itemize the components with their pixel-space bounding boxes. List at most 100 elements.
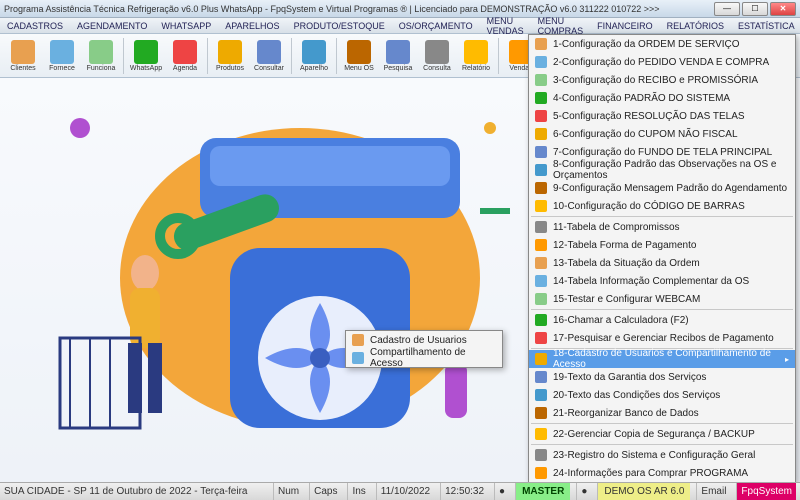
aparelho-icon	[302, 40, 326, 64]
dropdown-item-21[interactable]: 21-Reorganizar Banco de Dados	[529, 404, 795, 422]
toolbar-fornece[interactable]: Fornece	[43, 36, 81, 76]
menu-item-icon	[535, 275, 547, 287]
menu-item-icon	[535, 200, 547, 212]
menu-cadastros[interactable]: CADASTROS	[4, 20, 66, 32]
dropdown-item-16[interactable]: 16-Chamar a Calculadora (F2)	[529, 311, 795, 329]
menu-produto/estoque[interactable]: PRODUTO/ESTOQUE	[291, 20, 388, 32]
agenda-icon	[173, 40, 197, 64]
menu-estatística[interactable]: ESTATÍSTICA	[735, 20, 798, 32]
dropdown-item-11[interactable]: 11-Tabela de Compromissos	[529, 218, 795, 236]
menu-aparelhos[interactable]: APARELHOS	[222, 20, 282, 32]
toolbar-pesquisa[interactable]: Pesquisa	[379, 36, 417, 76]
menu-item-icon	[535, 449, 547, 461]
submenu-item-2[interactable]: Compartilhamento de Acesso	[346, 349, 502, 367]
dropdown-item-23[interactable]: 23-Registro do Sistema e Configuração Ge…	[529, 446, 795, 464]
menu-item-icon	[535, 293, 547, 305]
status-led2: ●	[576, 483, 591, 500]
dropdown-item-12[interactable]: 12-Tabela Forma de Pagamento	[529, 236, 795, 254]
toolbar-menu os[interactable]: Menu OS	[340, 36, 378, 76]
dropdown-item-14[interactable]: 14-Tabela Informação Complementar da OS	[529, 272, 795, 290]
produtos-icon	[218, 40, 242, 64]
dropdown-item-4[interactable]: 4-Configuração PADRÃO DO SISTEMA	[529, 89, 795, 107]
menu-item-icon	[535, 221, 547, 233]
dropdown-item-13[interactable]: 13-Tabela da Situação da Ordem	[529, 254, 795, 272]
background-illustration	[50, 78, 530, 458]
toolbar-whatsapp[interactable]: WhatsApp	[127, 36, 165, 76]
dropdown-item-9[interactable]: 9-Configuração Mensagem Padrão do Agenda…	[529, 179, 795, 197]
toolbar-consulta[interactable]: Consulta	[418, 36, 456, 76]
menu-item-icon	[535, 332, 547, 344]
status-date-location: SUA CIDADE - SP 11 de Outubro de 2022 - …	[4, 486, 267, 497]
menubar: CADASTROS AGENDAMENTO WHATSAPP APARELHOS PRO…	[0, 18, 800, 34]
window-title: Programa Assistência Técnica Refrigeraçã…	[4, 4, 714, 14]
minimize-button[interactable]: —	[714, 2, 740, 16]
funciona-icon	[89, 40, 113, 64]
close-button[interactable]: ✕	[770, 2, 796, 16]
fornece-icon	[50, 40, 74, 64]
toolbar-separator	[291, 38, 292, 74]
toolbar-aparelho[interactable]: Aparelho	[295, 36, 333, 76]
menu-whatsapp[interactable]: WHATSAPP	[158, 20, 214, 32]
dropdown-item-2[interactable]: 2-Configuração do PEDIDO VENDA E COMPRA	[529, 53, 795, 71]
dropdown-item-18[interactable]: 18-Cadastro de Usuarios e Compartilhamen…	[529, 350, 795, 368]
pesquisa-icon	[386, 40, 410, 64]
dropdown-item-19[interactable]: 19-Texto da Garantia dos Serviços	[529, 368, 795, 386]
dropdown-item-22[interactable]: 22-Gerenciar Copia de Segurança / BACKUP	[529, 425, 795, 443]
toolbar-consultar[interactable]: Consultar	[250, 36, 288, 76]
menu-item-icon	[535, 164, 547, 176]
submenu-item-icon	[352, 352, 364, 364]
dropdown-separator	[531, 309, 793, 310]
status-email[interactable]: Email	[696, 483, 730, 500]
toolbar-separator	[207, 38, 208, 74]
menu-os/orçamento[interactable]: OS/ORÇAMENTO	[396, 20, 476, 32]
dropdown-item-5[interactable]: 5-Configuração RESOLUÇÃO DAS TELAS	[529, 107, 795, 125]
submenu-item-icon	[352, 334, 364, 346]
dropdown-item-20[interactable]: 20-Texto das Condições dos Serviços	[529, 386, 795, 404]
status-led: ●	[494, 483, 509, 500]
dropdown-item-10[interactable]: 10-Configuração do CÓDIGO DE BARRAS	[529, 197, 795, 215]
dropdown-item-17[interactable]: 17-Pesquisar e Gerenciar Recibos de Paga…	[529, 329, 795, 347]
menu-item-icon	[535, 92, 547, 104]
statusbar: SUA CIDADE - SP 11 de Outubro de 2022 - …	[0, 482, 800, 500]
status-demo: DEMO OS AR 6.0	[597, 483, 690, 500]
toolbar-funciona[interactable]: Funciona	[82, 36, 120, 76]
toolbar-agenda[interactable]: Agenda	[166, 36, 204, 76]
maximize-button[interactable]: ☐	[742, 2, 768, 16]
toolbar-relatório[interactable]: Relatório	[457, 36, 495, 76]
status-brand[interactable]: FpqSystem	[736, 483, 796, 500]
menu-item-icon	[535, 389, 547, 401]
relatório-icon	[464, 40, 488, 64]
menu-relatórios[interactable]: RELATÓRIOS	[664, 20, 727, 32]
menu-item-icon	[535, 314, 547, 326]
menu-item-icon	[535, 257, 547, 269]
menu-financeiro[interactable]: FINANCEIRO	[594, 20, 656, 32]
dropdown-item-24[interactable]: 24-Informações para Comprar PROGRAMA	[529, 464, 795, 482]
toolbar-separator	[498, 38, 499, 74]
dropdown-item-6[interactable]: 6-Configuração do CUPOM NÃO FISCAL	[529, 125, 795, 143]
menu-item-icon	[535, 110, 547, 122]
consulta-icon	[425, 40, 449, 64]
clientes-icon	[11, 40, 35, 64]
dropdown-item-1[interactable]: 1-Configuração da ORDEM DE SERVIÇO	[529, 35, 795, 53]
status-master: MASTER	[515, 483, 570, 500]
status-caps: Caps	[309, 483, 341, 500]
dropdown-separator	[531, 423, 793, 424]
menu-menu vendas[interactable]: MENU VENDAS	[484, 15, 527, 37]
dropdown-item-8[interactable]: 8-Configuração Padrão das Observações na…	[529, 161, 795, 179]
status-num: Num	[273, 483, 303, 500]
menu-item-icon	[535, 38, 547, 50]
dropdown-separator	[531, 216, 793, 217]
toolbar-clientes[interactable]: Clientes	[4, 36, 42, 76]
toolbar-produtos[interactable]: Produtos	[211, 36, 249, 76]
consultar-icon	[257, 40, 281, 64]
status-time: 12:50:32	[440, 483, 488, 500]
dropdown-item-3[interactable]: 3-Configuração do RECIBO e PROMISSÓRIA	[529, 71, 795, 89]
menu-item-icon	[535, 371, 547, 383]
menu-item-icon	[535, 74, 547, 86]
submenu: Cadastro de UsuariosCompartilhamento de …	[345, 330, 503, 368]
menu-item-icon	[535, 128, 547, 140]
dropdown-separator	[531, 444, 793, 445]
menu-agendamento[interactable]: AGENDAMENTO	[74, 20, 150, 32]
window-buttons: — ☐ ✕	[714, 2, 796, 16]
dropdown-item-15[interactable]: 15-Testar e Configurar WEBCAM	[529, 290, 795, 308]
